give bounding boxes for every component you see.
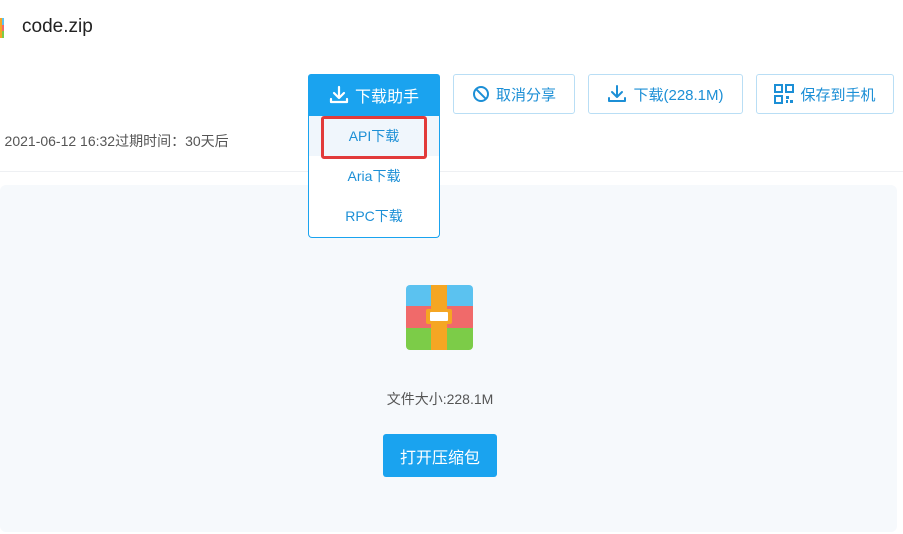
download-button[interactable]: 下载(228.1M) bbox=[588, 74, 743, 114]
open-archive-button[interactable]: 打开压缩包 bbox=[383, 434, 497, 477]
save-to-phone-label: 保存到手机 bbox=[800, 86, 876, 104]
zip-archive-icon bbox=[0, 18, 4, 38]
dropdown-item-rpc-download[interactable]: RPC下载 bbox=[309, 196, 439, 236]
download-helper-dropdown: API下载 Aria下载 RPC下载 bbox=[308, 116, 440, 238]
cancel-share-button[interactable]: 取消分享 bbox=[453, 74, 575, 114]
qr-code-icon bbox=[774, 84, 795, 104]
download-icon bbox=[329, 85, 349, 104]
dropdown-item-api-download[interactable]: API下载 bbox=[309, 116, 439, 156]
download-icon bbox=[608, 85, 627, 102]
download-helper-button[interactable]: 下载助手 bbox=[308, 74, 440, 116]
file-name: code.zip bbox=[22, 16, 93, 37]
file-size-value: 228.1M bbox=[446, 391, 494, 407]
divider bbox=[0, 171, 903, 172]
zip-archive-icon bbox=[406, 285, 473, 350]
file-size: 文件大小:228.1M bbox=[340, 389, 540, 409]
share-meta-info: ) 2021-06-12 16:32过期时间：30天后 bbox=[0, 133, 229, 149]
dropdown-item-aria-download[interactable]: Aria下载 bbox=[309, 156, 439, 196]
file-preview-panel bbox=[0, 185, 897, 532]
download-label: 下载(228.1M) bbox=[633, 86, 724, 104]
file-size-label: 文件大小: bbox=[386, 391, 447, 407]
save-to-phone-button[interactable]: 保存到手机 bbox=[756, 74, 894, 114]
cancel-share-label: 取消分享 bbox=[495, 86, 556, 104]
share-page: code.zip 下载助手 取消分享 下载(228.1M) 保存到手机 API下… bbox=[0, 0, 903, 534]
ban-icon bbox=[472, 86, 489, 102]
download-helper-label: 下载助手 bbox=[354, 89, 419, 106]
